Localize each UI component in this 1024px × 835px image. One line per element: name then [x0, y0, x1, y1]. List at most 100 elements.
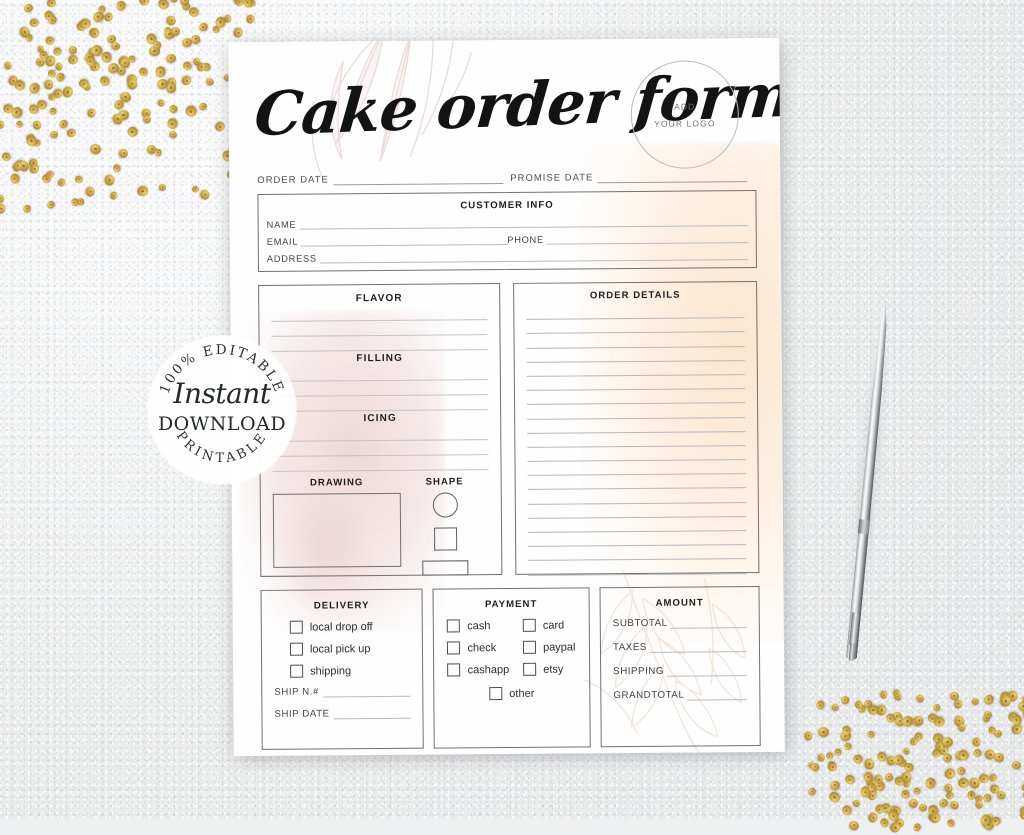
gold-sequin [945, 818, 956, 829]
checkbox-icon[interactable] [290, 664, 304, 678]
phone-input[interactable] [546, 231, 748, 245]
shape-option-rectangle-icon[interactable] [422, 560, 469, 576]
checkbox-icon[interactable] [523, 662, 537, 676]
shape-column: SHAPE [401, 476, 490, 576]
order-date-field[interactable]: ORDER DATE [257, 173, 510, 186]
delivery-option-1[interactable]: local pick up [289, 642, 422, 656]
promise-date-label: PROMISE DATE [510, 172, 594, 184]
delivery-option-0[interactable]: local drop off [289, 620, 422, 634]
delivery-option-0-label: local drop off [309, 620, 373, 634]
drawing-column: DRAWING [272, 477, 402, 577]
flavor-write-line[interactable] [271, 380, 488, 397]
payment-option-paypal[interactable]: paypal [522, 640, 576, 654]
amount-label: SUBTOTAL [612, 617, 668, 630]
amount-input[interactable] [670, 617, 747, 629]
payment-column-right: card paypal etsy [522, 618, 576, 684]
checkbox-icon[interactable] [489, 687, 503, 701]
flavor-write-line[interactable] [271, 320, 488, 337]
amount-label: GRANDTOTAL [613, 689, 685, 702]
amount-row[interactable]: SHIPPING [613, 665, 748, 678]
payment-options-grid: cash check cashapp card paypal etsy [434, 618, 590, 685]
shape-option-circle-icon[interactable] [432, 492, 458, 518]
email-field: EMAIL [266, 232, 508, 247]
add-logo-placeholder[interactable]: ADD YOUR LOGO [630, 60, 740, 170]
amount-input[interactable] [649, 641, 748, 653]
amount-row[interactable]: TAXES [612, 641, 748, 654]
drawing-area[interactable] [272, 492, 402, 568]
payment-option-etsy[interactable]: etsy [523, 662, 576, 676]
payment-option-etsy-label: etsy [543, 663, 564, 676]
watermark-center-text: Instant DOWNLOAD [148, 377, 296, 436]
payment-option-card[interactable]: card [522, 618, 576, 632]
watermark-instant: Instant [173, 377, 271, 410]
order-details-box: ORDER DETAILS [513, 281, 760, 576]
checkbox-icon[interactable] [522, 640, 537, 654]
email-input[interactable] [301, 232, 508, 247]
checkbox-icon[interactable] [289, 620, 303, 634]
amount-input[interactable] [687, 689, 748, 701]
flavor-write-line[interactable] [272, 425, 489, 442]
name-label: NAME [266, 219, 297, 230]
date-row: ORDER DATE PROMISE DATE [257, 171, 754, 186]
flavor-write-line[interactable] [272, 440, 489, 457]
checkbox-icon[interactable] [289, 642, 304, 656]
order-date-label: ORDER DATE [257, 174, 329, 186]
flavor-write-line[interactable] [271, 305, 488, 322]
amount-box: AMOUNT SUBTOTAL TAXES SHIPPING GRANDTOTAL [599, 586, 761, 748]
payment-option-paypal-label: paypal [542, 640, 576, 654]
checkbox-icon[interactable] [447, 663, 461, 677]
payment-other-row: other [434, 686, 589, 701]
payment-option-other[interactable]: other [489, 687, 535, 701]
checkbox-icon[interactable] [522, 618, 536, 632]
gold-sequin [981, 818, 992, 830]
ship-date-label: SHIP DATE [274, 708, 330, 720]
ship-date-field[interactable]: SHIP DATE [274, 707, 411, 720]
delivery-option-2[interactable]: shipping [290, 664, 422, 678]
flavor-write-line[interactable] [271, 335, 488, 352]
payment-box: PAYMENT cash check cashapp card paypal etsy … [432, 587, 591, 749]
promise-date-input[interactable] [597, 171, 748, 184]
amount-row[interactable]: GRANDTOTAL [613, 689, 748, 702]
flavor-write-line[interactable] [271, 395, 489, 412]
gold-sequin [981, 819, 995, 832]
order-details-title: ORDER DETAILS [589, 289, 681, 302]
order-date-input[interactable] [332, 173, 503, 186]
checkbox-icon[interactable] [447, 619, 461, 633]
checkbox-icon[interactable] [447, 641, 461, 655]
ship-number-label: SHIP N.# [274, 686, 319, 698]
address-input[interactable] [319, 248, 748, 264]
flavor-write-line[interactable] [271, 365, 488, 382]
ship-date-input[interactable] [333, 707, 411, 720]
promise-date-field[interactable]: PROMISE DATE [510, 171, 754, 184]
flavor-write-line[interactable] [272, 455, 489, 472]
order-details-write-line[interactable] [528, 559, 747, 576]
instant-download-watermark: 100% EDITABLE PRINTABLE Instant DOWNLOAD [148, 336, 296, 484]
shape-option-square-icon[interactable] [433, 527, 457, 551]
phone-label: PHONE [507, 234, 544, 245]
flavor-section-title: ICING [363, 412, 397, 425]
payment-option-cashapp[interactable]: cashapp [447, 663, 510, 677]
ship-number-input[interactable] [322, 685, 411, 698]
page-title: Cake order form [251, 60, 785, 151]
gold-sequin [887, 820, 902, 835]
payment-option-cash[interactable]: cash [447, 619, 509, 633]
cake-order-form-sheet: Cake order form ADD YOUR LOGO ORDER DATE… [228, 37, 785, 757]
payment-option-other-label: other [509, 687, 535, 700]
amount-row[interactable]: SUBTOTAL [613, 617, 747, 629]
ship-number-field[interactable]: SHIP N.# [274, 685, 411, 698]
delivery-box: DELIVERY local drop off local pick up ship… [260, 588, 424, 750]
pen-grip [857, 518, 871, 535]
email-label: EMAIL [266, 236, 299, 247]
payment-option-cashapp-label: cashapp [467, 663, 510, 676]
phone-field: PHONE [507, 231, 748, 245]
payment-option-card-label: card [542, 619, 565, 632]
logo-line-1: ADD [674, 101, 696, 112]
amount-label: TAXES [612, 641, 647, 654]
payment-column-left: cash check cashapp [447, 619, 509, 685]
customer-info-box: CUSTOMER INFO NAME EMAIL PHONE ADDRESS [257, 190, 757, 272]
amount-label: SHIPPING [613, 665, 665, 678]
amount-title: AMOUNT [655, 597, 704, 609]
delivery-title: DELIVERY [313, 600, 370, 612]
payment-option-check[interactable]: check [447, 641, 509, 655]
amount-input[interactable] [666, 665, 748, 677]
